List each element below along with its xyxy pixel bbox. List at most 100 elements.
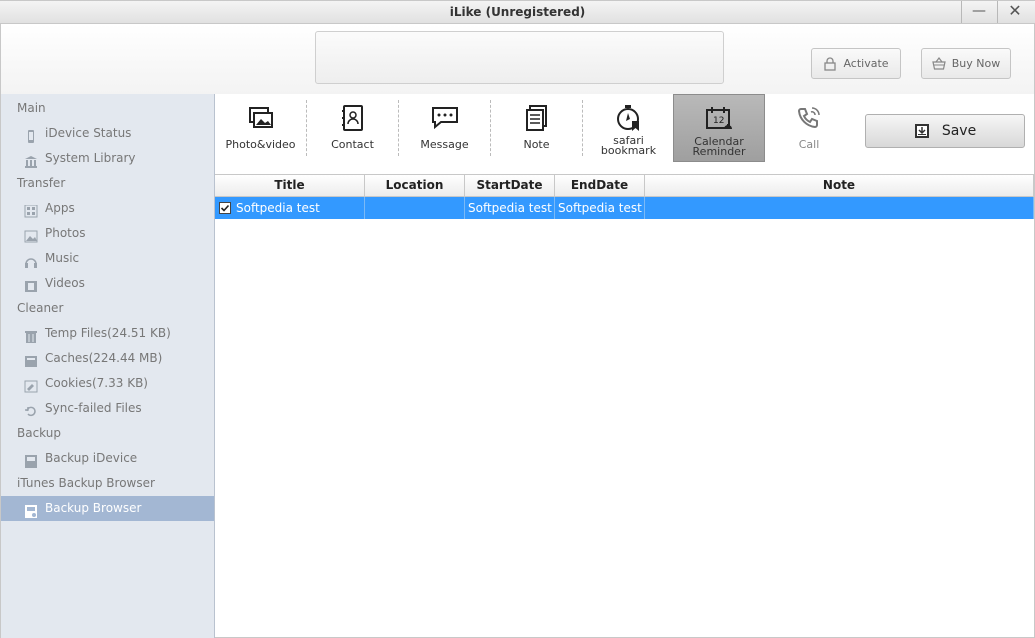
calendar-table: Title Location StartDate EndDate Note Softpe… — [215, 174, 1034, 219]
cache-icon — [24, 352, 38, 367]
activate-button[interactable]: Activate — [811, 48, 901, 79]
minimize-button[interactable]: — — [961, 1, 996, 23]
call-icon — [795, 104, 823, 132]
table-header: Title Location StartDate EndDate Note — [215, 174, 1034, 197]
sidebar-section-main: Main — [17, 101, 46, 115]
sidebar-section-backup: Backup — [17, 426, 61, 440]
column-header-startdate[interactable]: StartDate — [465, 175, 555, 196]
calendar-icon: 12 — [705, 105, 733, 133]
close-button[interactable]: ✕ — [997, 1, 1032, 23]
sidebar-section-transfer: Transfer — [17, 176, 66, 190]
cell-text: Softpedia test — [236, 201, 320, 215]
sidebar-item-backup-browser[interactable]: Backup Browser — [1, 496, 214, 521]
photos-icon — [24, 227, 38, 243]
header: Activate Buy Now — [0, 24, 1035, 94]
photo-video-icon — [247, 104, 275, 132]
window-title: iLike (Unregistered) — [449, 5, 586, 19]
tool-calendar[interactable]: 12 Calendar Reminder — [673, 94, 765, 162]
tool-label: Call — [763, 138, 855, 151]
sidebar-item-label: Sync-failed Files — [45, 401, 142, 415]
cell-note — [645, 197, 1034, 219]
tool-label: Message — [399, 138, 490, 151]
browser-icon — [24, 502, 38, 518]
column-header-title[interactable]: Title — [215, 175, 365, 196]
sidebar-item-backup-idevice[interactable]: Backup iDevice — [1, 446, 214, 471]
device-info-panel — [315, 31, 724, 84]
phone-icon — [24, 127, 38, 143]
sidebar-item-caches[interactable]: Caches(224.44 MB) — [1, 346, 214, 371]
basket-icon — [932, 56, 946, 70]
activate-label: Activate — [843, 57, 889, 70]
column-header-enddate[interactable]: EndDate — [555, 175, 645, 196]
tool-label-line: Note — [523, 138, 550, 151]
tool-photo-video[interactable]: Photo&video — [215, 100, 307, 156]
save-button[interactable]: Save — [865, 114, 1025, 148]
sidebar-item-label: iDevice Status — [45, 126, 132, 140]
sidebar-item-apps[interactable]: Apps — [1, 196, 214, 221]
sidebar-item-label: Backup Browser — [45, 501, 142, 515]
title-bar: iLike (Unregistered) — ✕ — [0, 0, 1035, 24]
tool-label: safari bookmark — [583, 135, 674, 157]
tool-label: Calendar Reminder — [674, 136, 764, 158]
tool-message[interactable]: Message — [399, 100, 491, 156]
tool-label-line: Call — [798, 138, 820, 151]
sidebar-item-label: Apps — [45, 201, 75, 215]
column-header-note[interactable]: Note — [645, 175, 1034, 196]
sidebar-item-temp-files[interactable]: Temp Files(24.51 KB) — [1, 321, 214, 346]
sidebar-item-photos[interactable]: Photos — [1, 221, 214, 246]
tool-safari[interactable]: safari bookmark — [583, 100, 675, 156]
sidebar-item-label: Music — [45, 251, 80, 265]
sidebar-item-label: Cookies(7.33 KB) — [45, 376, 148, 390]
row-checkbox[interactable] — [219, 202, 231, 214]
tool-contact[interactable]: Contact — [307, 100, 399, 156]
save-label: Save — [941, 123, 977, 139]
cell-startdate: Softpedia test — [465, 197, 555, 219]
sidebar-item-system-library[interactable]: System Library — [1, 146, 214, 171]
column-header-location[interactable]: Location — [365, 175, 465, 196]
cookie-icon — [24, 377, 38, 393]
tool-label: Note — [491, 138, 582, 151]
sidebar-item-label: Caches(224.44 MB) — [45, 351, 163, 365]
buy-now-label: Buy Now — [951, 57, 1001, 70]
sidebar-item-videos[interactable]: Videos — [1, 271, 214, 296]
library-icon — [24, 152, 38, 168]
cell-title: Softpedia test — [215, 197, 365, 219]
main-content: Photo&video Contact Message Note safari bookm… — [215, 94, 1035, 638]
sidebar-item-label: Temp Files(24.51 KB) — [45, 326, 171, 340]
sidebar-item-idevice-status[interactable]: iDevice Status — [1, 121, 214, 146]
sync-icon — [24, 402, 38, 417]
tool-label-line: bookmark — [600, 144, 657, 157]
sidebar-item-label: Photos — [45, 226, 86, 240]
tool-note[interactable]: Note — [491, 100, 583, 156]
tool-label: Contact — [307, 138, 398, 151]
cell-text: Softpedia test — [468, 201, 552, 215]
safari-bookmark-icon — [615, 104, 643, 132]
sidebar: Main iDevice Status System Library Transfer… — [0, 94, 215, 638]
sidebar-item-label: Backup iDevice — [45, 451, 138, 465]
cell-text: Softpedia test — [558, 201, 642, 215]
table-row[interactable]: Softpedia test Softpedia test Softpedia te… — [215, 197, 1034, 219]
cell-location — [365, 197, 465, 219]
tool-label-line: Message — [420, 138, 469, 151]
contact-icon — [339, 104, 367, 132]
tool-label-line: Reminder — [692, 145, 746, 158]
buy-now-button[interactable]: Buy Now — [921, 48, 1011, 79]
headphones-icon — [24, 252, 38, 268]
disk-icon — [24, 452, 38, 468]
sidebar-item-cookies[interactable]: Cookies(7.33 KB) — [1, 371, 214, 396]
trash-icon — [24, 327, 38, 343]
cell-enddate: Softpedia test — [555, 197, 645, 219]
note-icon — [523, 104, 551, 132]
sidebar-item-music[interactable]: Music — [1, 246, 214, 271]
tool-label-line: Contact — [331, 138, 374, 151]
sidebar-item-label: System Library — [45, 151, 136, 165]
sidebar-section-itunes-backup-browser: iTunes Backup Browser — [17, 476, 155, 490]
save-icon — [914, 124, 929, 138]
sidebar-item-sync-failed-files[interactable]: Sync-failed Files — [1, 396, 214, 421]
tool-call[interactable]: Call — [763, 94, 855, 162]
message-icon — [431, 104, 459, 132]
sidebar-section-cleaner: Cleaner — [17, 301, 64, 315]
tool-label-line: Photo&video — [225, 138, 296, 151]
svg-text:12: 12 — [713, 116, 724, 126]
apps-icon — [24, 202, 38, 218]
